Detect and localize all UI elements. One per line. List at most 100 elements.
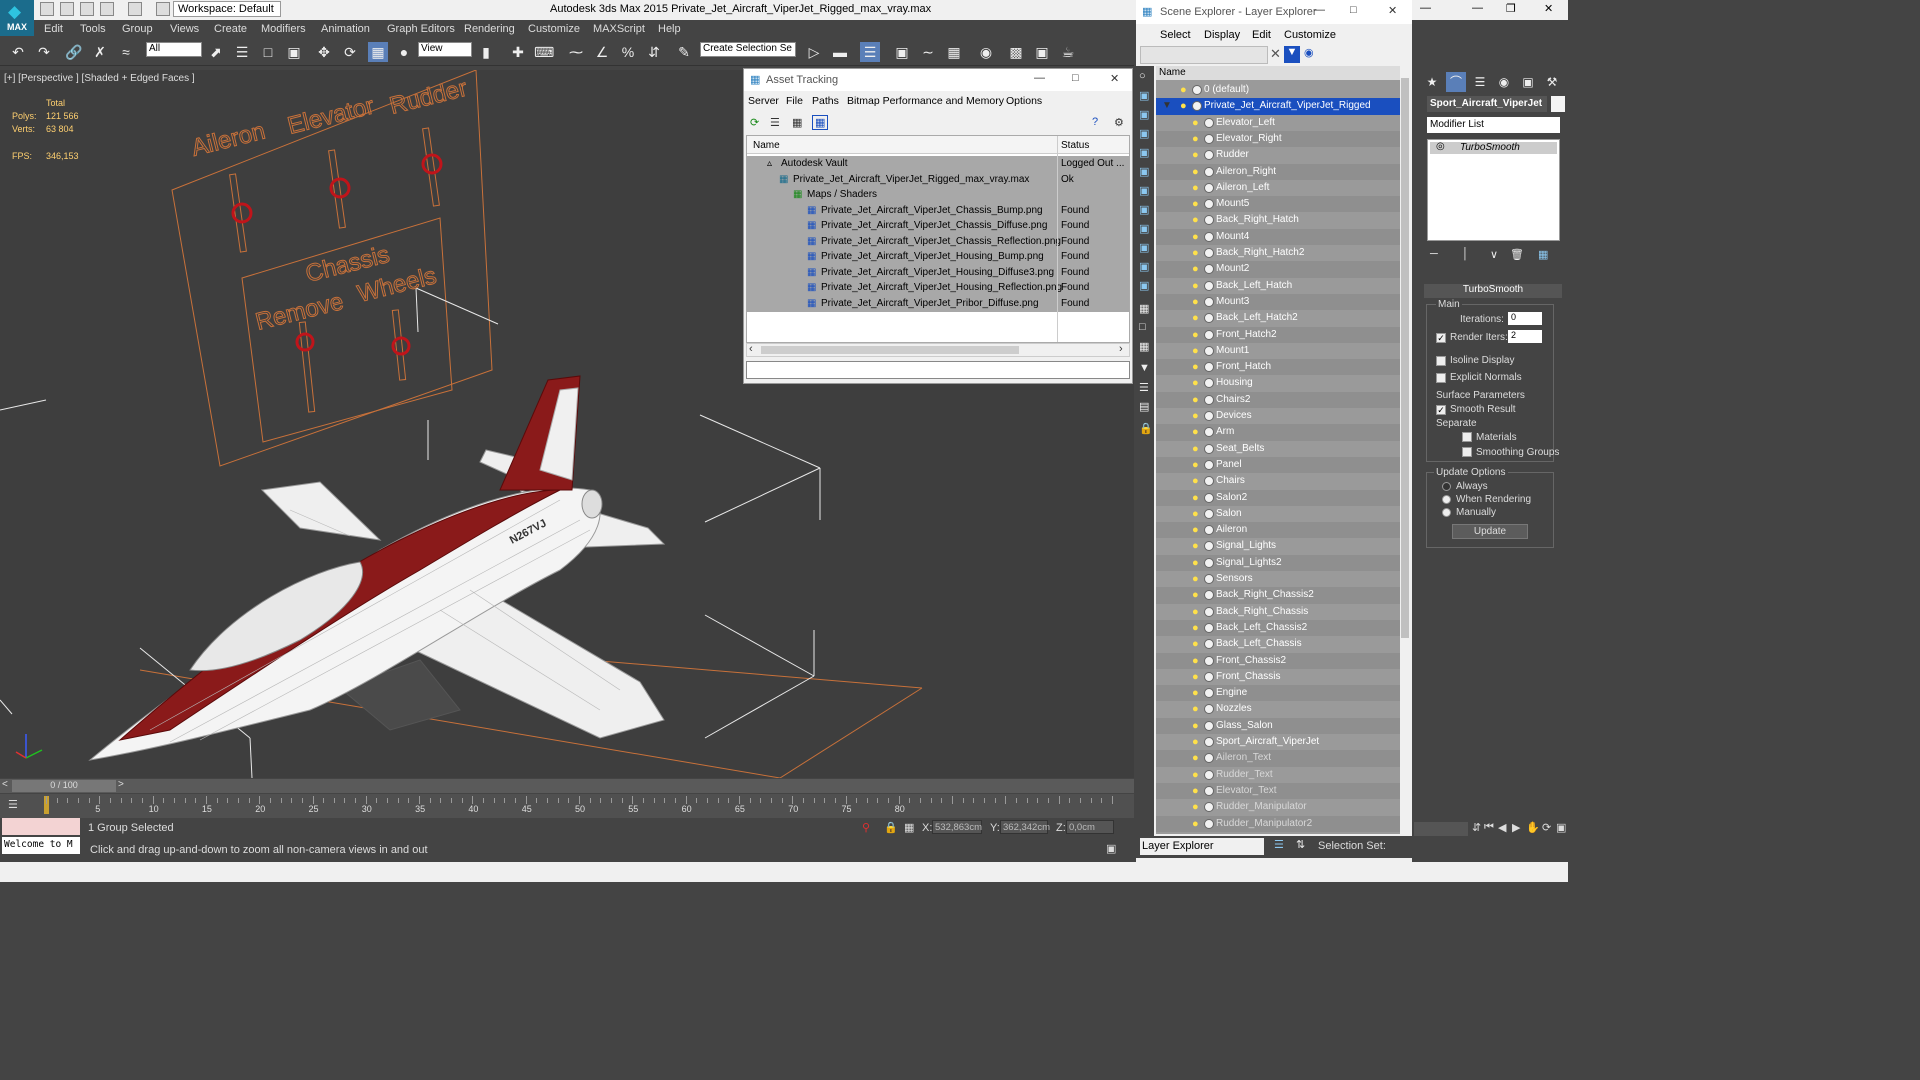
hide-toggle-icon[interactable]: ●	[1192, 818, 1200, 830]
table-row[interactable]: ▦ Private_Jet_Aircraft_ViperJet_Chassis_B…	[747, 203, 1129, 219]
layer-row[interactable]: ● Aileron_Left	[1156, 180, 1400, 196]
layer-row[interactable]: ● Housing	[1156, 375, 1400, 391]
turbosmooth-rollout-header[interactable]: TurboSmooth	[1424, 284, 1562, 298]
render-toggle-icon[interactable]	[1204, 362, 1214, 373]
object-name-field[interactable]: Sport_Aircraft_ViperJet	[1427, 96, 1547, 112]
maxscript-mini-listener[interactable]: Welcome to M	[2, 837, 80, 854]
menu-customize[interactable]: Customize	[528, 23, 580, 35]
rotate-icon[interactable]: ⟳	[340, 42, 360, 62]
render-toggle-icon[interactable]	[1192, 101, 1202, 112]
modifier-list-dropdown[interactable]: Modifier List	[1427, 117, 1560, 133]
hide-toggle-icon[interactable]: ●	[1192, 263, 1200, 275]
hide-toggle-icon[interactable]: ●	[1192, 475, 1200, 487]
link-icon[interactable]: 🔗	[64, 42, 84, 62]
display-groups-icon[interactable]: ▣	[1139, 203, 1149, 216]
layer-mode-icon[interactable]: ▤	[1139, 400, 1149, 413]
hide-toggle-icon[interactable]: ●	[1192, 312, 1200, 324]
motion-tab-icon[interactable]: ◉	[1494, 72, 1514, 92]
x-coordinate-field[interactable]: 532,863cm	[932, 820, 982, 834]
hide-toggle-icon[interactable]: ●	[1192, 377, 1200, 389]
column-status[interactable]: Status	[1061, 140, 1089, 151]
maximize-viewport-icon[interactable]: ▣	[1556, 821, 1566, 834]
redo-icon[interactable]: ↷	[34, 42, 54, 62]
open-file-icon[interactable]	[60, 2, 74, 16]
maximize-icon[interactable]: □	[1350, 4, 1357, 16]
table-view-icon[interactable]: ▦	[812, 115, 829, 130]
display-none-icon[interactable]: ○	[1139, 70, 1146, 82]
hierarchy-icon[interactable]: ☰	[1139, 381, 1149, 394]
render-toggle-icon[interactable]	[1204, 182, 1214, 193]
render-toggle-icon[interactable]	[1204, 150, 1214, 161]
layer-row[interactable]: ▼ ● Private_Jet_Aircraft_ViperJet_Rigged	[1156, 98, 1400, 115]
layer-row[interactable]: ● 0 (default)	[1156, 82, 1400, 99]
layer-row[interactable]: ● Engine	[1156, 685, 1400, 702]
render-toggle-icon[interactable]	[1204, 459, 1214, 470]
unlink-icon[interactable]: ✗	[90, 42, 110, 62]
render-toggle-icon[interactable]	[1204, 802, 1214, 813]
minimize-icon[interactable]: —	[1314, 4, 1325, 16]
hide-toggle-icon[interactable]: ●	[1192, 492, 1200, 504]
menu-graph-editors[interactable]: Graph Editors	[387, 23, 455, 35]
minimize-app-icon[interactable]: —	[1472, 2, 1483, 14]
layer-row[interactable]: ● Aileron_Right	[1156, 163, 1400, 180]
explicit-normals-checkbox[interactable]	[1436, 373, 1446, 383]
render-toggle-icon[interactable]	[1204, 133, 1214, 144]
sort-icon[interactable]: ⇅	[1296, 838, 1305, 851]
scene-menu-select[interactable]: Select	[1160, 29, 1191, 41]
hide-toggle-icon[interactable]: ●	[1180, 84, 1188, 96]
layer-row[interactable]: ● Salon	[1156, 506, 1400, 522]
display-lights-icon[interactable]: ▣	[1139, 127, 1149, 140]
display-cameras-icon[interactable]: ▣	[1139, 146, 1149, 159]
display-none-toggle-icon[interactable]: □	[1139, 321, 1146, 333]
render-toggle-icon[interactable]	[1204, 541, 1214, 552]
orbit-icon[interactable]: ⟳	[1542, 821, 1551, 834]
move-icon[interactable]: ✥	[314, 42, 334, 62]
asset-tracking-titlebar[interactable]: ▦ Asset Tracking — □ ✕	[744, 69, 1132, 91]
layer-row[interactable]: ● Front_Hatch	[1156, 359, 1400, 376]
menu-modifiers[interactable]: Modifiers	[261, 23, 306, 35]
spinner-snap-icon[interactable]: ⇵	[644, 42, 664, 62]
render-setup-icon[interactable]: ▩	[1006, 42, 1026, 62]
schematic-view-icon[interactable]: ▦	[944, 42, 964, 62]
close-icon[interactable]: ✕	[1110, 72, 1119, 85]
scene-menu-customize[interactable]: Customize	[1284, 29, 1336, 41]
hide-toggle-icon[interactable]: ●	[1192, 329, 1200, 341]
menu-views[interactable]: Views	[170, 23, 199, 35]
layer-row[interactable]: ● Elevator_Text	[1156, 782, 1400, 800]
layer-row[interactable]: ● Elevator_Right	[1156, 130, 1400, 148]
layer-row[interactable]: ● Mount4	[1156, 228, 1400, 245]
bulb-icon[interactable]: ◎	[1436, 141, 1445, 152]
hide-toggle-icon[interactable]: ●	[1192, 426, 1200, 438]
render-toggle-icon[interactable]	[1204, 394, 1214, 405]
curve-editor-mini-icon[interactable]: ☰	[8, 798, 18, 811]
render-iters-input[interactable]: 2	[1508, 330, 1542, 343]
render-toggle-icon[interactable]	[1204, 688, 1214, 699]
menu-group[interactable]: Group	[122, 23, 153, 35]
layer-row[interactable]: ● Rudder_Manipulator	[1156, 799, 1400, 815]
restore-icon[interactable]: ❐	[1506, 2, 1516, 15]
render-toggle-icon[interactable]	[1204, 166, 1214, 177]
angle-snap-icon[interactable]: ∠	[592, 42, 612, 62]
edit-named-selection-icon[interactable]: ✎	[674, 42, 694, 62]
maxscript-listener[interactable]	[2, 818, 80, 835]
render-toggle-icon[interactable]	[1204, 117, 1214, 128]
display-invert-icon[interactable]: ▦	[1139, 340, 1149, 353]
render-toggle-icon[interactable]	[1204, 378, 1214, 389]
select-by-name-icon[interactable]: ☰	[232, 42, 252, 62]
smooth-result-checkbox[interactable]: ✓	[1436, 405, 1446, 415]
pan-icon[interactable]: ✋	[1526, 821, 1540, 834]
manually-radio[interactable]	[1442, 508, 1451, 517]
render-toggle-icon[interactable]	[1204, 264, 1214, 275]
display-helpers-icon[interactable]: ▣	[1139, 165, 1149, 178]
percent-snap-icon[interactable]: %	[618, 42, 638, 62]
show-end-result-icon[interactable]: │	[1462, 248, 1469, 260]
hide-toggle-icon[interactable]: ●	[1192, 557, 1200, 569]
table-row[interactable]: ▦ Private_Jet_Aircraft_ViperJet_Pribor_Di…	[747, 296, 1129, 312]
layer-row[interactable]: ● Mount2	[1156, 261, 1400, 278]
render-toggle-icon[interactable]	[1204, 280, 1214, 291]
hide-toggle-icon[interactable]: ●	[1192, 524, 1200, 536]
curve-editor-icon[interactable]: ∼	[918, 42, 938, 62]
layer-row[interactable]: ● Sensors	[1156, 571, 1400, 587]
table-row[interactable]: ▦ Private_Jet_Aircraft_ViperJet_Housing_B…	[747, 249, 1129, 265]
layer-tree-scrollbar[interactable]	[1400, 66, 1410, 834]
